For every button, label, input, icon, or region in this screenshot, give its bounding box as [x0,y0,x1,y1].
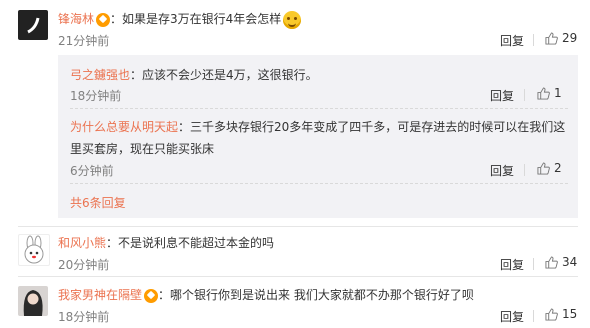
reply-line: 为什么总要从明天起：三千多块存银行20多年变成了四千多，可是存进去的时候可以在我… [70,118,565,135]
thumbs-up-icon [545,307,558,321]
like-button[interactable]: 2 [537,161,562,175]
reply-button[interactable]: 回复 [490,162,514,179]
reply-button[interactable]: 回复 [500,32,524,49]
comment-line: 锋海林 ：如果是存3万在银行4年会怎样 [58,10,302,29]
like-button[interactable]: 34 [545,255,577,269]
reply-text-continued: 里买套房，现在只能买张床 [70,142,215,156]
thumbs-up-icon [537,86,550,100]
avatar[interactable] [18,286,48,316]
username-link[interactable]: 锋海林 [58,12,94,26]
reply-divider [70,108,568,109]
rabbit-avatar-icon [24,235,44,264]
like-count: 15 [562,307,578,321]
reply-button[interactable]: 回复 [500,256,524,273]
reply-line: 弓之鑢强也：应该不会少还是4万，这很银行。 [70,66,318,83]
avatar-logo-icon [27,17,40,34]
like-count: 29 [562,31,578,45]
like-count: 2 [554,161,562,175]
reply-text: ：三千多块存银行20多年变成了四千多，可是存进去的时候可以在我们这 [178,120,566,134]
thumbs-up-icon [545,255,558,269]
username-link[interactable]: 我家男神在隔壁 [58,288,142,302]
vip-badge-icon [144,288,159,303]
thumbs-up-icon [545,31,558,45]
username-link[interactable]: 为什么总要从明天起 [70,120,178,134]
separator [524,89,525,101]
reply-button[interactable]: 回复 [490,87,514,104]
thumbs-up-icon [537,161,550,175]
comment-line: 和风小熊：不是说利息不能超过本金的吗 [58,234,274,251]
comment-divider [18,276,578,277]
comment-divider [18,226,578,227]
like-button[interactable]: 1 [537,86,562,100]
reply-time: 6分钟前 [70,164,114,178]
vip-badge-icon [96,12,111,27]
avatar[interactable] [18,10,48,40]
reply-text: ：应该不会少还是4万，这很银行。 [130,68,318,82]
like-button[interactable]: 15 [545,307,577,321]
smile-emoji-icon [283,10,302,29]
comment-text: ：如果是存3万在银行4年会怎样 [110,12,282,26]
person-avatar-icon [23,290,43,316]
like-count: 34 [562,255,578,269]
reply-time: 18分钟前 [70,89,122,103]
comment-text: ：哪个银行你到是说出来 我们大家就都不办那个银行好了呗 [158,288,474,302]
more-replies-link[interactable]: 共6条回复 [70,194,126,211]
reply-button[interactable]: 回复 [500,308,524,325]
separator [524,164,525,176]
separator [533,34,534,46]
reply-divider [70,183,568,184]
like-count: 1 [554,86,562,100]
comment-time: 21分钟前 [58,34,110,48]
comment-time: 20分钟前 [58,258,110,272]
separator [533,310,534,322]
comment-text: ：不是说利息不能超过本金的吗 [106,236,275,250]
avatar[interactable] [18,234,50,266]
separator [533,258,534,270]
username-link[interactable]: 和风小熊 [58,236,106,250]
comment-line: 我家男神在隔壁 ：哪个银行你到是说出来 我们大家就都不办那个银行好了呗 [58,286,474,303]
username-link[interactable]: 弓之鑢强也 [70,68,130,82]
comment-time: 18分钟前 [58,310,110,324]
like-button[interactable]: 29 [545,31,577,45]
